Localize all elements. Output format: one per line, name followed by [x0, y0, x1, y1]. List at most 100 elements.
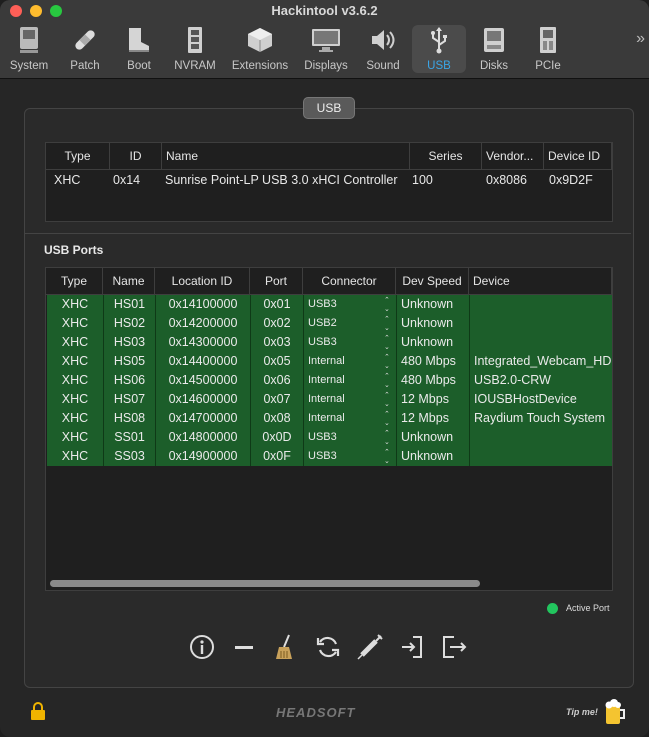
connector-select[interactable]: USB3 ⌃⌄ [304, 447, 397, 466]
tip-me-button[interactable] [604, 698, 628, 731]
cell-dev-speed: 480 Mbps [397, 371, 470, 390]
horizontal-scrollbar[interactable] [50, 580, 480, 587]
cell-device: IOUSBHostDevice [470, 390, 612, 409]
chevron-updown-icon[interactable]: ⌃⌄ [384, 334, 390, 352]
table-row[interactable]: XHC SS03 0x14900000 0x0F USB3 ⌃⌄ Unknown [47, 447, 612, 466]
import-button[interactable] [398, 633, 426, 661]
cell-device: USB2.0-CRW [470, 371, 612, 390]
column-header-location-id[interactable]: Location ID [155, 268, 250, 294]
table-row[interactable]: XHC HS08 0x14700000 0x08 Internal ⌃⌄ 12 Mbps Ra… [47, 409, 612, 428]
connector-select[interactable]: USB3 ⌃⌄ [304, 333, 397, 352]
remove-button[interactable] [230, 633, 258, 661]
connector-select[interactable]: Internal ⌃⌄ [304, 352, 397, 371]
toolbar-sound[interactable]: Sound [360, 25, 406, 73]
cell-port-value: 0x0F [263, 449, 291, 463]
toolbar-extensions[interactable]: Extensions [228, 25, 292, 73]
table-row[interactable]: XHC HS01 0x14100000 0x01 USB3 ⌃⌄ Unknown [47, 295, 612, 314]
cell-location-id: 0x14800000 [156, 428, 251, 447]
chevron-updown-icon[interactable]: ⌃⌄ [384, 353, 390, 371]
connector-select[interactable]: Internal ⌃⌄ [304, 409, 397, 428]
tip-me-label[interactable]: Tip me! [566, 707, 598, 717]
toolbar-patch[interactable]: Patch [62, 25, 108, 73]
table-row[interactable]: XHC HS02 0x14200000 0x02 USB2 ⌃⌄ Unknown [47, 314, 612, 333]
table-row[interactable]: XHC HS06 0x14500000 0x06 Internal ⌃⌄ 480 Mbps U… [47, 371, 612, 390]
lock-button[interactable] [30, 702, 46, 725]
column-header-device-id[interactable]: Device ID [544, 143, 612, 169]
toolbar-pcie[interactable]: PCIe [526, 25, 570, 73]
chevron-updown-icon[interactable]: ⌃⌄ [384, 410, 390, 428]
toolbar-displays[interactable]: Displays [300, 25, 352, 73]
toolbar-boot[interactable]: Boot [116, 25, 162, 73]
refresh-button[interactable] [314, 633, 342, 661]
active-port-indicator-icon [547, 603, 558, 614]
column-header-name[interactable]: Name [162, 143, 410, 169]
toolbar-system[interactable]: System [6, 25, 52, 73]
cell-dev-speed: Unknown [397, 314, 470, 333]
cell-type: XHC [47, 447, 104, 466]
connector-select-value: Internal [308, 393, 345, 405]
toolbar-overflow-chevron-icon[interactable]: » [636, 30, 645, 48]
chevron-updown-icon[interactable]: ⌃⌄ [384, 315, 390, 333]
cell-name: SS03 [104, 447, 156, 466]
connector-select[interactable]: USB3 ⌃⌄ [304, 428, 397, 447]
cell-port-value: 0x08 [263, 411, 291, 425]
column-header-type[interactable]: Type [46, 268, 103, 294]
bandage-icon [62, 25, 108, 55]
table-row[interactable]: XHC SS01 0x14800000 0x0D USB3 ⌃⌄ Unknown [47, 428, 612, 447]
toolbar-nvram[interactable]: NVRAM [170, 25, 220, 73]
cell-type-value: XHC [61, 411, 89, 425]
column-header-id[interactable]: ID [110, 143, 162, 169]
cell-port-value: 0x05 [263, 354, 291, 368]
column-header-vendor[interactable]: Vendor... [482, 143, 544, 169]
kext-box-icon [228, 25, 292, 55]
cell-name-value: HS08 [113, 411, 146, 425]
chevron-updown-icon[interactable]: ⌃⌄ [384, 372, 390, 390]
cell-name: HS08 [104, 409, 156, 428]
cell-dev-speed-value: 480 Mbps [401, 373, 456, 387]
cell-type-value: XHC [61, 297, 89, 311]
window-title: Hackintool v3.6.2 [271, 3, 378, 18]
cell-name: HS06 [104, 371, 156, 390]
chevron-updown-icon[interactable]: ⌃⌄ [384, 429, 390, 447]
column-header-type[interactable]: Type [46, 143, 110, 169]
column-header-name[interactable]: Name [103, 268, 155, 294]
cell-location-id-value: 0x14800000 [168, 430, 238, 444]
cell-type-value: XHC [61, 430, 89, 444]
connector-select[interactable]: USB2 ⌃⌄ [304, 314, 397, 333]
export-button[interactable] [440, 633, 468, 661]
cell-location-id: 0x14400000 [156, 352, 251, 371]
toolbar-disks[interactable]: Disks [472, 25, 516, 73]
connector-select[interactable]: Internal ⌃⌄ [304, 390, 397, 409]
cell-dev-speed: 12 Mbps [397, 390, 470, 409]
chevron-updown-icon[interactable]: ⌃⌄ [384, 296, 390, 314]
table-row[interactable]: XHC HS05 0x14400000 0x05 Internal ⌃⌄ 480 Mbps I… [47, 352, 612, 371]
column-header-series[interactable]: Series [410, 143, 482, 169]
cell-dev-speed-value: Unknown [401, 430, 454, 444]
connector-select-value: USB3 [308, 450, 337, 462]
panel-tab-usb[interactable]: USB [303, 97, 355, 119]
chevron-updown-icon[interactable]: ⌃⌄ [384, 391, 390, 409]
cell-name: SS01 [104, 428, 156, 447]
cell-port: 0x0F [251, 447, 304, 466]
column-header-device[interactable]: Device [469, 268, 612, 294]
column-header-connector[interactable]: Connector [303, 268, 396, 294]
table-row[interactable]: XHC HS07 0x14600000 0x07 Internal ⌃⌄ 12 Mbps IO… [47, 390, 612, 409]
chevron-updown-icon[interactable]: ⌃⌄ [384, 448, 390, 466]
cell-port-value: 0x01 [263, 297, 291, 311]
cell-port: 0x05 [251, 352, 304, 371]
export-icon [443, 636, 467, 658]
cell-port: 0x0D [251, 428, 304, 447]
cell-dev-speed-value: Unknown [401, 297, 454, 311]
clear-button[interactable] [272, 633, 300, 661]
connector-select[interactable]: USB3 ⌃⌄ [304, 295, 397, 314]
toolbar-usb[interactable]: USB [412, 25, 466, 73]
toolbar-label: Displays [304, 60, 348, 72]
column-header-port[interactable]: Port [250, 268, 303, 294]
minus-icon [235, 646, 253, 649]
cell-location-id-value: 0x14300000 [168, 335, 238, 349]
connector-select[interactable]: Internal ⌃⌄ [304, 371, 397, 390]
table-row[interactable]: XHC HS03 0x14300000 0x03 USB3 ⌃⌄ Unknown [47, 333, 612, 352]
inject-button[interactable] [356, 633, 384, 661]
column-header-dev-speed[interactable]: Dev Speed [396, 268, 469, 294]
info-button[interactable] [188, 633, 216, 661]
